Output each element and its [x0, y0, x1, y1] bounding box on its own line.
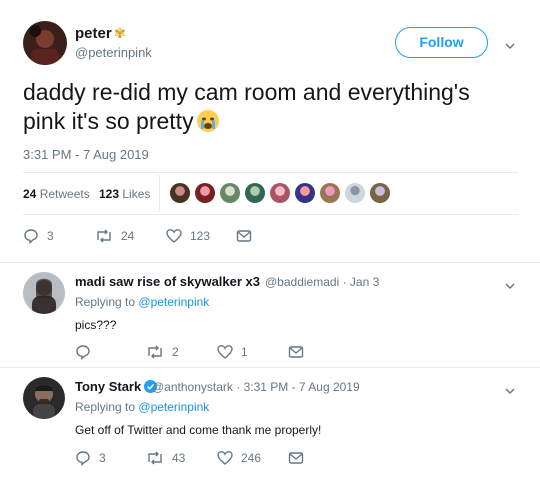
likes-count: 123	[99, 187, 120, 201]
message-icon	[288, 452, 304, 464]
liker-avatar[interactable]	[245, 183, 265, 203]
liker-avatar[interactable]	[345, 183, 365, 203]
follow-button[interactable]: Follow	[395, 27, 488, 58]
main-tweet: peter ✾ @peterinpink Follow daddy re-did…	[0, 0, 540, 262]
retweet-icon	[148, 345, 162, 359]
like-action[interactable]: 1	[217, 344, 248, 360]
reply-icon	[24, 229, 38, 244]
retweet-count: 43	[172, 451, 186, 465]
liker-avatar[interactable]	[270, 183, 290, 203]
reply-tweet[interactable]: madi saw rise of skywalker x3 @baddiemad…	[0, 263, 540, 367]
like-action[interactable]: 246	[217, 450, 261, 466]
divider	[23, 172, 518, 173]
replying-to: Replying to @peterinpink	[75, 400, 209, 414]
avatar[interactable]	[23, 21, 67, 65]
like-count: 123	[190, 229, 211, 243]
author-name[interactable]: peter	[75, 25, 112, 42]
retweet-action[interactable]: 24	[95, 228, 134, 244]
tweet-text-content: daddy re-did my cam room and everything'…	[23, 79, 470, 134]
reply-icon	[76, 345, 90, 360]
author-handle[interactable]: @baddiemadi	[265, 275, 339, 289]
replying-to-link[interactable]: @peterinpink	[138, 400, 209, 414]
message-icon	[288, 346, 304, 358]
avatar[interactable]	[23, 272, 65, 314]
retweets-count: 24	[23, 187, 37, 201]
flower-emoji: ✾	[114, 25, 126, 41]
retweet-action[interactable]: 43	[146, 450, 185, 466]
liker-avatar[interactable]	[220, 183, 240, 203]
liker-avatar[interactable]	[370, 183, 390, 203]
likes-stat[interactable]: 123 Likes	[99, 187, 150, 201]
reply-icon	[76, 451, 90, 466]
replying-to: Replying to @peterinpink	[75, 295, 209, 309]
author-name-text: Tony Stark	[75, 379, 142, 394]
reply-action[interactable]: 3	[23, 228, 54, 244]
retweet-count: 24	[121, 229, 135, 243]
reply-count: 3	[99, 451, 106, 465]
reply-text: pics???	[75, 318, 117, 332]
divider	[23, 214, 518, 215]
reply-date[interactable]: · 3:31 PM - 7 Aug 2019	[236, 380, 359, 394]
like-icon	[217, 345, 233, 359]
author-handle-and-date: @baddiemadi · Jan 3	[265, 275, 379, 289]
author-handle-and-date: @anthonystark · 3:31 PM - 7 Aug 2019	[152, 380, 360, 394]
crying-face-emoji	[196, 109, 220, 133]
replying-to-prefix: Replying to	[75, 400, 136, 414]
chevron-down-icon[interactable]	[505, 278, 515, 290]
like-action[interactable]: 123	[166, 228, 210, 244]
author-handle[interactable]: @peterinpink	[75, 45, 152, 60]
retweet-action[interactable]: 2	[146, 344, 179, 360]
liker-avatar[interactable]	[295, 183, 315, 203]
retweets-label: Retweets	[39, 187, 90, 201]
message-icon	[236, 230, 252, 242]
like-icon	[217, 451, 233, 465]
retweets-stat[interactable]: 24 Retweets	[23, 187, 90, 201]
message-action[interactable]	[288, 450, 304, 466]
likes-label: Likes	[122, 187, 151, 201]
reply-text: Get off of Twitter and come thank me pro…	[75, 423, 322, 437]
like-icon	[166, 229, 182, 243]
tweet-text: daddy re-did my cam room and everything'…	[23, 78, 518, 136]
retweet-icon	[148, 451, 162, 465]
reply-action[interactable]: 3	[75, 450, 106, 466]
author-name[interactable]: Tony Stark	[75, 379, 158, 394]
author-handle[interactable]: @anthonystark	[152, 380, 233, 394]
reply-action[interactable]	[75, 344, 99, 360]
retweet-icon	[97, 229, 111, 243]
reply-tweet[interactable]: Tony Stark @anthonystark · 3:31 PM - 7 A…	[0, 368, 540, 480]
reply-date[interactable]: · Jan 3	[343, 275, 380, 289]
divider	[159, 175, 160, 211]
chevron-down-icon[interactable]	[505, 383, 515, 395]
avatar[interactable]	[23, 377, 65, 419]
like-count: 1	[241, 345, 248, 359]
replying-to-prefix: Replying to	[75, 295, 136, 309]
replying-to-link[interactable]: @peterinpink	[138, 295, 209, 309]
liker-avatar[interactable]	[170, 183, 190, 203]
author-name[interactable]: madi saw rise of skywalker x3	[75, 274, 260, 289]
reply-count: 3	[47, 229, 54, 243]
liker-avatar[interactable]	[195, 183, 215, 203]
liker-avatar[interactable]	[320, 183, 340, 203]
message-action[interactable]	[236, 228, 252, 244]
tweet-timestamp[interactable]: 3:31 PM - 7 Aug 2019	[23, 147, 149, 162]
message-action[interactable]	[288, 344, 304, 360]
chevron-down-icon[interactable]	[505, 38, 515, 50]
like-count: 246	[241, 451, 262, 465]
retweet-count: 2	[172, 345, 179, 359]
